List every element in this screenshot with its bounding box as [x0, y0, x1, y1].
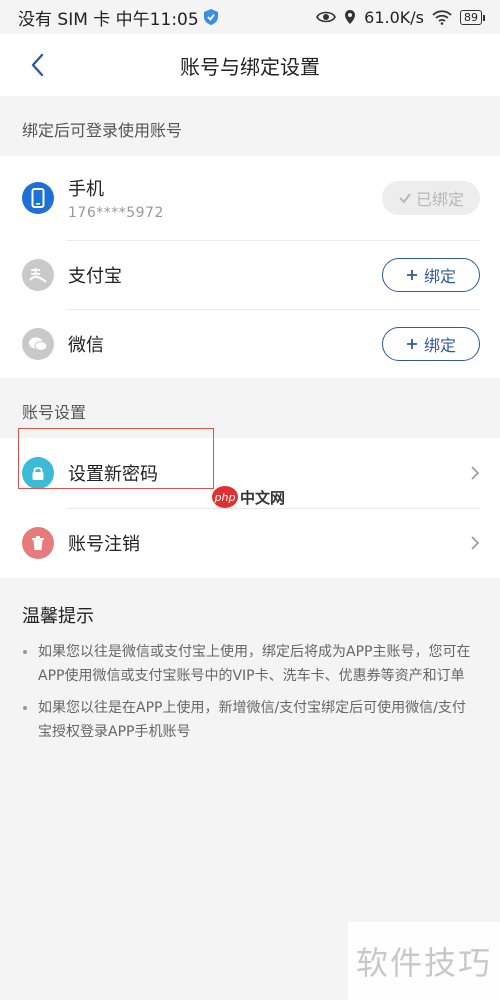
- alipay-bind-label: 绑定: [423, 266, 456, 286]
- plus-icon: [406, 269, 417, 280]
- delete-account-row[interactable]: 账号注销: [0, 508, 500, 578]
- battery-icon: 89: [460, 9, 485, 25]
- delete-account-label: 账号注销: [68, 534, 140, 555]
- alipay-bind-button[interactable]: 绑定: [382, 257, 480, 292]
- phone-bound-badge: 已绑定: [382, 181, 480, 215]
- status-carrier-time: 没有 SIM 卡 中午11:05: [18, 9, 199, 30]
- wifi-icon: [432, 9, 452, 25]
- shield-icon: [203, 9, 218, 25]
- bind-label-phone: 手机: [68, 179, 104, 200]
- php-watermark-text: 中文网: [240, 488, 286, 507]
- network-speed: 61.0K/s: [364, 7, 424, 27]
- wechat-icon: [22, 327, 54, 360]
- corner-watermark: 软件技巧: [348, 922, 500, 1000]
- tip-item: 如果您以往是微信或支付宝上使用，绑定后将成为APP主账号，您可在APP使用微信或…: [22, 640, 478, 688]
- back-button[interactable]: [22, 50, 52, 80]
- status-bar: 没有 SIM 卡 中午11:05 61.0K/s 89: [0, 0, 500, 34]
- phone-number: 176****5972: [68, 205, 164, 221]
- wechat-bind-button[interactable]: 绑定: [382, 326, 480, 361]
- bind-group: 手机 176****5972 已绑定 支付宝 绑定 微信 绑定: [0, 156, 500, 378]
- page-title: 账号与绑定设置: [180, 54, 320, 79]
- wechat-bind-label: 绑定: [423, 335, 456, 355]
- chevron-right-icon: [471, 466, 480, 480]
- tips-title: 温馨提示: [22, 606, 94, 627]
- tips-section: 温馨提示 如果您以往是微信或支付宝上使用，绑定后将成为APP主账号，您可在APP…: [0, 578, 500, 744]
- chevron-right-icon: [471, 536, 480, 550]
- check-icon: [399, 193, 411, 204]
- php-watermark: php 中文网: [212, 486, 285, 508]
- tip-item: 如果您以往是在APP上使用，新增微信/支付宝绑定后可使用微信/支付宝授权登录AP…: [22, 696, 478, 744]
- section-title-bind: 绑定后可登录使用账号: [22, 121, 183, 140]
- plus-icon: [406, 338, 417, 349]
- bind-label-alipay: 支付宝: [68, 265, 122, 287]
- bind-row-wechat[interactable]: 微信 绑定: [0, 309, 500, 378]
- bind-row-alipay[interactable]: 支付宝 绑定: [0, 240, 500, 309]
- php-logo-icon: php: [212, 486, 238, 508]
- location-icon: [345, 10, 356, 24]
- alipay-icon: [22, 258, 54, 291]
- highlight-box: [18, 428, 214, 489]
- back-arrow-icon: [31, 53, 44, 77]
- trash-icon: [22, 527, 54, 559]
- bind-label-wechat: 微信: [68, 334, 104, 356]
- eye-icon: [316, 11, 337, 23]
- phone-icon: [22, 182, 54, 214]
- nav-bar: 账号与绑定设置: [0, 34, 500, 96]
- bind-row-phone: 手机 176****5972 已绑定: [0, 156, 500, 240]
- phone-bound-label: 已绑定: [415, 190, 464, 209]
